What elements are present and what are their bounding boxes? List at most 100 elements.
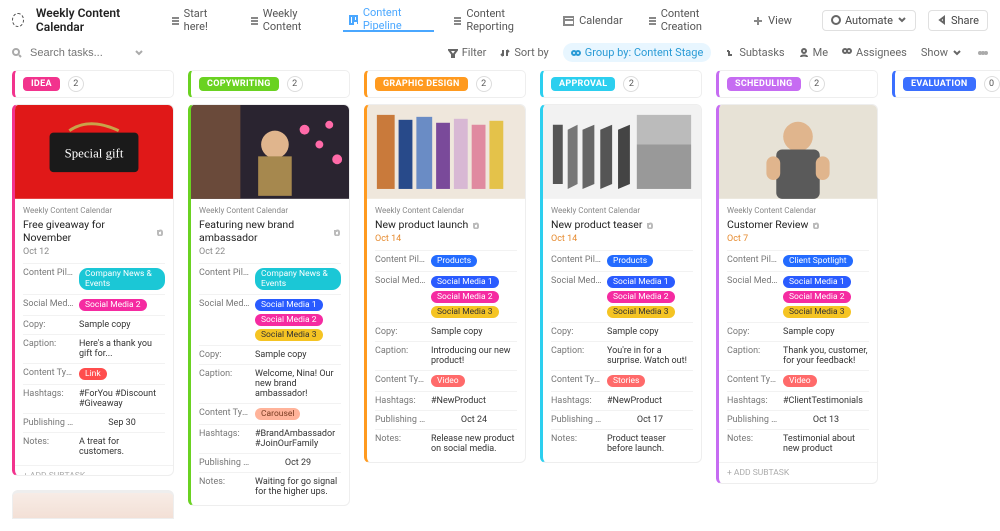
- card-date: Oct 22: [199, 247, 341, 257]
- board-icon: [349, 14, 358, 25]
- tag-sm3: Social Media 3: [255, 329, 323, 341]
- card-peek[interactable]: [12, 490, 174, 519]
- sortby-button[interactable]: Sort by: [500, 46, 548, 59]
- view-label: View: [768, 14, 792, 27]
- sort-icon: [500, 48, 510, 58]
- card-date: Oct 14: [375, 234, 517, 244]
- add-view[interactable]: View: [746, 8, 798, 32]
- me-button[interactable]: Me: [799, 46, 828, 59]
- field-value: You're in for a surprise. Watch out!: [607, 346, 693, 366]
- show-button[interactable]: Show: [921, 46, 962, 59]
- field-label: Hashtags:: [23, 389, 75, 399]
- field-value: Introducing our new product!: [431, 346, 517, 366]
- field-label: Caption:: [23, 339, 75, 349]
- column-header-approval[interactable]: APPROVAL 2: [540, 70, 702, 98]
- assignees-button[interactable]: Assignees: [842, 46, 907, 59]
- more-icon[interactable]: [978, 48, 988, 58]
- view-content-creation[interactable]: Content Creation: [641, 8, 734, 32]
- field-label: Social Media...: [375, 276, 427, 286]
- column-idea: Special gift Weekly Content Calendar Fre…: [12, 104, 174, 519]
- view-label: Calendar: [579, 14, 623, 27]
- card-date: Oct 12: [23, 247, 165, 257]
- search-input[interactable]: [28, 46, 128, 60]
- field-value: Sep 30: [79, 418, 165, 428]
- view-content-reporting[interactable]: Content Reporting: [446, 8, 545, 32]
- stage-pill: SCHEDULING: [727, 77, 801, 91]
- view-weekly-content[interactable]: Weekly Content: [243, 8, 331, 32]
- paperclip-icon: [812, 220, 821, 229]
- stage-pill: APPROVAL: [551, 77, 615, 91]
- field-label: Content Type:: [551, 375, 603, 385]
- field-label: Caption:: [375, 346, 427, 356]
- add-subtask-button[interactable]: + ADD SUBTASK: [15, 465, 173, 476]
- list-icon: [249, 15, 258, 26]
- new-task-button[interactable]: + NEW TASK: [892, 104, 1000, 116]
- field-label: Publishing D...: [23, 418, 75, 428]
- view-content-pipeline[interactable]: Content Pipeline: [343, 8, 435, 32]
- view-label: Content Creation: [661, 7, 728, 33]
- card-crumb: Weekly Content Calendar: [23, 206, 165, 215]
- field-label: Content Pillar:: [199, 268, 251, 278]
- field-value: Oct 24: [431, 415, 517, 425]
- search-icon: [12, 48, 22, 58]
- add-subtask-button[interactable]: + ADD SUBTASK: [719, 462, 877, 483]
- field-label: Caption:: [199, 369, 251, 379]
- card-customer-review[interactable]: Weekly Content Calendar Customer Review …: [716, 104, 878, 484]
- column-header-evaluation[interactable]: EVALUATION 0: [892, 70, 1000, 98]
- view-start-here[interactable]: Start here!: [164, 8, 231, 32]
- stage-count: 2: [476, 76, 492, 92]
- card-brand-ambassador[interactable]: Weekly Content Calendar Featuring new br…: [188, 104, 350, 506]
- field-value: #ForYou #Discount #Giveaway: [79, 389, 165, 409]
- field-value: Oct 13: [783, 415, 869, 425]
- field-label: Content Pillar:: [551, 255, 603, 265]
- filter-button[interactable]: Filter: [448, 46, 487, 59]
- field-value: Oct 17: [607, 415, 693, 425]
- me-label: Me: [813, 46, 828, 59]
- field-label: Social Media...: [727, 276, 779, 286]
- groupby-button[interactable]: Group by: Content Stage: [563, 43, 712, 62]
- field-label: Hashtags:: [551, 396, 603, 406]
- view-label: Content Reporting: [466, 7, 539, 33]
- card-thumbnail: [191, 105, 349, 200]
- tag-video: Video: [431, 375, 465, 387]
- stage-count: 0: [984, 76, 1000, 92]
- field-label: Copy:: [551, 327, 603, 337]
- column-header-scheduling[interactable]: SCHEDULING 2: [716, 70, 878, 98]
- tag-sm3: Social Media 3: [783, 306, 851, 318]
- column-evaluation: + NEW TASK: [892, 104, 1000, 519]
- card-date: Oct 14: [551, 234, 693, 244]
- tag-sm2: Social Media 2: [607, 291, 675, 303]
- stage-count: 2: [287, 76, 303, 92]
- field-value: Waiting for go signal for the higher ups…: [255, 477, 341, 497]
- card-free-giveaway[interactable]: Special gift Weekly Content Calendar Fre…: [12, 104, 174, 476]
- tag-video: Video: [783, 375, 817, 387]
- share-button[interactable]: Share: [928, 10, 988, 31]
- column-header-graphic-design[interactable]: GRAPHIC DESIGN 2: [364, 70, 526, 98]
- field-label: Hashtags:: [727, 396, 779, 406]
- field-label: Publishing D...: [551, 415, 603, 425]
- subtasks-button[interactable]: Subtasks: [725, 46, 784, 59]
- tag-sm1: Social Media 1: [431, 276, 499, 288]
- field-label: Content Pillar:: [727, 255, 779, 265]
- column-header-idea[interactable]: IDEA 2: [12, 70, 174, 98]
- plus-icon: [752, 15, 763, 26]
- card-date: Oct 7: [727, 234, 869, 244]
- card-product-teaser[interactable]: Weekly Content Calendar New product teas…: [540, 104, 702, 463]
- card-title: New product teaser: [551, 218, 642, 231]
- field-label: Notes:: [727, 434, 779, 444]
- card-thumbnail: [367, 105, 525, 200]
- person-icon: [799, 48, 809, 58]
- field-value: Here's a thank you gift for...: [79, 339, 165, 359]
- paperclip-icon: [333, 227, 341, 236]
- column-copywriting: Weekly Content Calendar Featuring new br…: [188, 104, 350, 519]
- view-calendar[interactable]: Calendar: [557, 8, 629, 32]
- stage-count: 2: [68, 76, 84, 92]
- card-crumb: Weekly Content Calendar: [199, 206, 341, 215]
- automate-button[interactable]: Automate: [822, 10, 916, 31]
- field-label: Copy:: [375, 327, 427, 337]
- chevron-down-icon[interactable]: [134, 48, 144, 58]
- tag-sm1: Social Media 1: [255, 299, 323, 311]
- card-product-launch[interactable]: Weekly Content Calendar New product laun…: [364, 104, 526, 463]
- column-header-copywriting[interactable]: COPYWRITING 2: [188, 70, 350, 98]
- paperclip-icon: [472, 220, 481, 229]
